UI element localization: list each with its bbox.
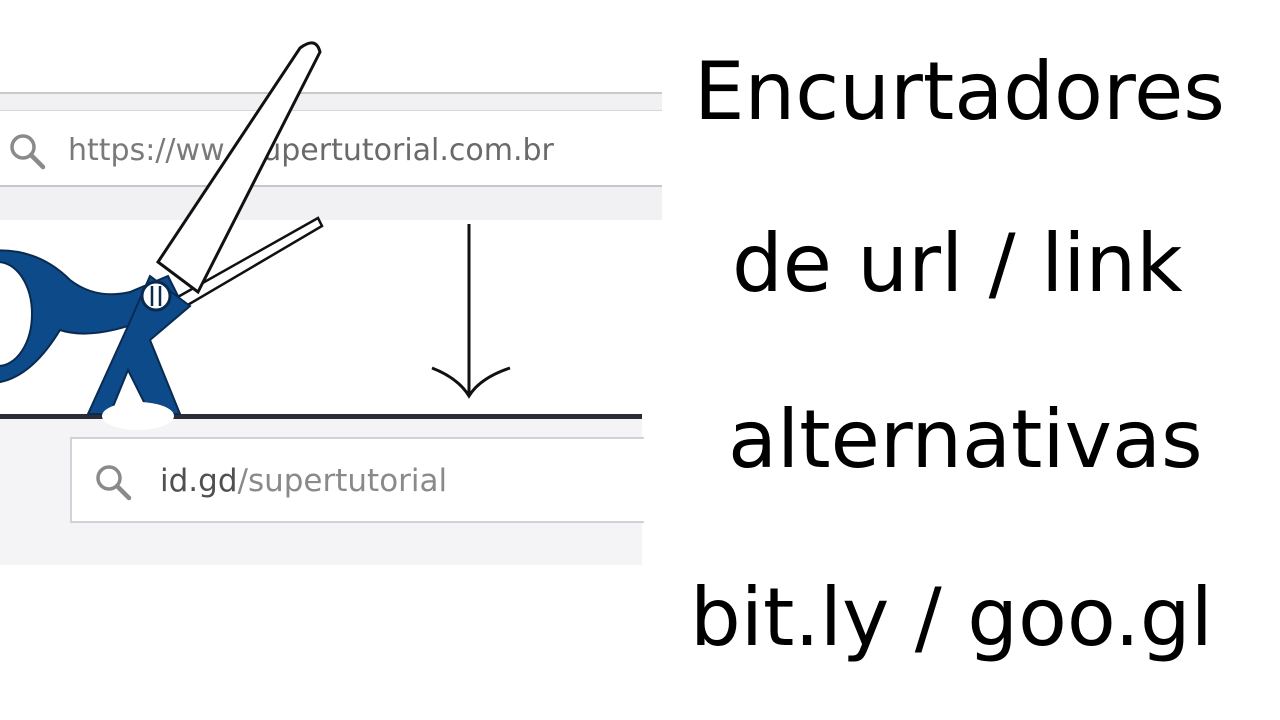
down-arrow-icon: [431, 224, 511, 399]
title-line-1: Encurtadores: [694, 45, 1225, 138]
url-shortener-illustration: https://ww supertutorial.com.br id.gd/sup…: [0, 0, 670, 720]
title-line-2: de url / link: [732, 217, 1183, 310]
short-url-address-bar[interactable]: id.gd/supertutorial: [70, 437, 644, 523]
title-block: Encurtadores de url / link alternativas …: [680, 0, 1280, 720]
short-url-path: /supertutorial: [237, 463, 448, 499]
short-url-text: id.gd/supertutorial: [160, 463, 447, 499]
scissors-icon: [0, 41, 324, 430]
short-url-domain: id.gd: [160, 463, 238, 499]
featured-image: https://ww supertutorial.com.br id.gd/sup…: [0, 0, 1280, 720]
title-line-4: bit.ly / goo.gl: [690, 571, 1213, 664]
title-line-3: alternativas: [728, 393, 1203, 486]
search-icon: [96, 465, 132, 501]
